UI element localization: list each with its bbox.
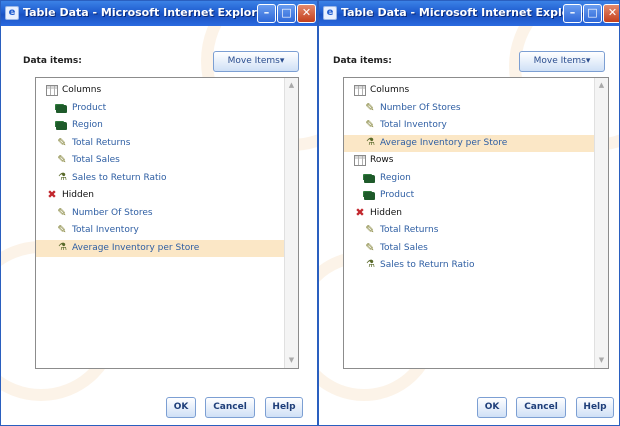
- tree-row-label: Total Returns: [72, 137, 131, 148]
- tree-item-row[interactable]: ⚗ Sales to Return Ratio: [344, 257, 594, 274]
- tree-row-label: Sales to Return Ratio: [380, 260, 475, 270]
- tree-item-row[interactable]: ✎ Total Inventory: [36, 222, 284, 239]
- window-title: Table Data - Microsoft Internet Explorer: [23, 6, 270, 19]
- maximize-button[interactable]: □: [583, 4, 602, 23]
- cancel-button[interactable]: Cancel: [516, 397, 566, 418]
- scroll-up-icon[interactable]: ▲: [286, 80, 297, 91]
- measure-icon: ✎: [57, 223, 67, 236]
- tree-item-row[interactable]: ✎ Total Sales: [36, 152, 284, 169]
- cancel-button[interactable]: Cancel: [205, 397, 255, 418]
- tree-row-label: Region: [72, 120, 103, 130]
- tree-group-row[interactable]: Rows: [344, 152, 594, 169]
- data-items-tree-panel[interactable]: Columns Product Region ✎ Total Returns ✎ Total…: [35, 77, 299, 369]
- tree-row-label: Region: [380, 172, 411, 183]
- calculated-measure-icon: ⚗: [58, 241, 67, 253]
- tree-item-row[interactable]: Region: [36, 117, 284, 134]
- measure-icon: ✎: [57, 135, 67, 149]
- move-items-button[interactable]: Move Items▾: [213, 51, 299, 72]
- category-icon: [56, 122, 67, 130]
- close-button[interactable]: ✕: [603, 4, 619, 23]
- category-icon: [364, 192, 375, 200]
- tree-item-row[interactable]: ✎ Total Sales: [344, 240, 594, 257]
- category-icon: [56, 104, 67, 113]
- move-items-button[interactable]: Move Items▾: [519, 51, 605, 72]
- help-button[interactable]: Help: [265, 397, 303, 418]
- tree-row-label: Average Inventory per Store: [72, 242, 200, 253]
- tree-group-row[interactable]: ✖ Hidden: [36, 187, 284, 204]
- scroll-down-icon[interactable]: ▼: [286, 355, 297, 366]
- maximize-button[interactable]: □: [277, 4, 296, 23]
- scroll-down-icon[interactable]: ▼: [596, 355, 607, 366]
- measure-icon: ✎: [365, 118, 375, 131]
- table-grid-icon: [354, 155, 366, 166]
- calculated-measure-icon: ⚗: [366, 136, 375, 148]
- tree-row-label: Total Sales: [380, 242, 428, 253]
- table-grid-icon: [46, 85, 58, 96]
- ok-button[interactable]: OK: [477, 397, 507, 418]
- tree-row-label: Total Inventory: [380, 120, 447, 130]
- measure-icon: ✎: [365, 100, 375, 114]
- tree-item-row[interactable]: Product: [36, 100, 284, 117]
- minimize-button[interactable]: –: [257, 4, 276, 23]
- tree-item-row[interactable]: ✎ Number Of Stores: [344, 100, 594, 117]
- measure-icon: ✎: [57, 153, 67, 166]
- tree-row-label: Total Inventory: [72, 225, 139, 235]
- data-items-tree-panel[interactable]: Columns ✎ Number Of Stores ✎ Total Inventory…: [343, 77, 609, 369]
- tree-item-row[interactable]: ⚗ Sales to Return Ratio: [36, 170, 284, 187]
- vertical-scrollbar[interactable]: ▲ ▼: [284, 78, 298, 368]
- data-items-label: Data items:: [333, 56, 392, 66]
- close-button[interactable]: ✕: [297, 4, 316, 23]
- tree-item-row[interactable]: ✎ Total Returns: [36, 135, 284, 152]
- ok-button[interactable]: OK: [166, 397, 196, 418]
- tree-row-label: Number Of Stores: [72, 207, 153, 218]
- tree-row-label: Total Sales: [72, 155, 120, 165]
- tree-row-label: Total Returns: [380, 225, 439, 235]
- tree-group-row[interactable]: Columns: [36, 82, 284, 99]
- tree-row-label: Number Of Stores: [380, 102, 461, 113]
- tree-item-row[interactable]: Region: [344, 170, 594, 187]
- tree-row-label: Columns: [62, 85, 102, 95]
- tree-item-row[interactable]: Product: [344, 187, 594, 204]
- window-title: Table Data - Microsoft Internet Explorer: [341, 6, 588, 19]
- tree-row-label: Product: [72, 102, 107, 113]
- data-items-label: Data items:: [23, 56, 82, 66]
- tree-item-row[interactable]: ✎ Total Inventory: [344, 117, 594, 134]
- category-icon: [364, 174, 375, 183]
- internet-explorer-icon: e: [323, 6, 337, 20]
- tree-item-row[interactable]: ⚗ Average Inventory per Store: [344, 134, 594, 152]
- tree-row-label: Columns: [370, 85, 410, 95]
- tree-row-label: Sales to Return Ratio: [72, 172, 167, 183]
- tree-row-label: Hidden: [370, 207, 402, 218]
- tree-item-row[interactable]: ✎ Total Returns: [344, 222, 594, 239]
- table-grid-icon: [354, 85, 366, 96]
- table-data-window-left: e Table Data - Microsoft Internet Explor…: [0, 0, 318, 426]
- tree-group-row[interactable]: Columns: [344, 82, 594, 99]
- tree-group-row[interactable]: ✖ Hidden: [344, 205, 594, 222]
- calculated-measure-icon: ⚗: [58, 171, 67, 183]
- minimize-button[interactable]: –: [563, 4, 582, 23]
- hidden-icon: ✖: [47, 188, 57, 201]
- internet-explorer-icon: e: [5, 6, 19, 20]
- tree-row-label: Rows: [370, 155, 394, 165]
- vertical-scrollbar[interactable]: ▲ ▼: [594, 78, 608, 368]
- tree-row-label: Hidden: [62, 190, 94, 200]
- title-bar[interactable]: e Table Data - Microsoft Internet Explor…: [1, 1, 317, 26]
- title-bar[interactable]: e Table Data - Microsoft Internet Explor…: [319, 1, 619, 26]
- tree-row-label: Average Inventory per Store: [380, 137, 508, 148]
- help-button[interactable]: Help: [576, 397, 614, 418]
- tree-row-label: Product: [380, 190, 415, 200]
- calculated-measure-icon: ⚗: [366, 259, 375, 270]
- hidden-icon: ✖: [355, 205, 365, 219]
- tree-item-row[interactable]: ⚗ Average Inventory per Store: [36, 239, 284, 257]
- measure-icon: ✎: [365, 223, 375, 236]
- table-data-window-right: e Table Data - Microsoft Internet Explor…: [318, 0, 620, 426]
- measure-icon: ✎: [365, 240, 375, 254]
- tree-item-row[interactable]: ✎ Number Of Stores: [36, 205, 284, 222]
- measure-icon: ✎: [57, 205, 67, 219]
- scroll-up-icon[interactable]: ▲: [596, 80, 607, 91]
